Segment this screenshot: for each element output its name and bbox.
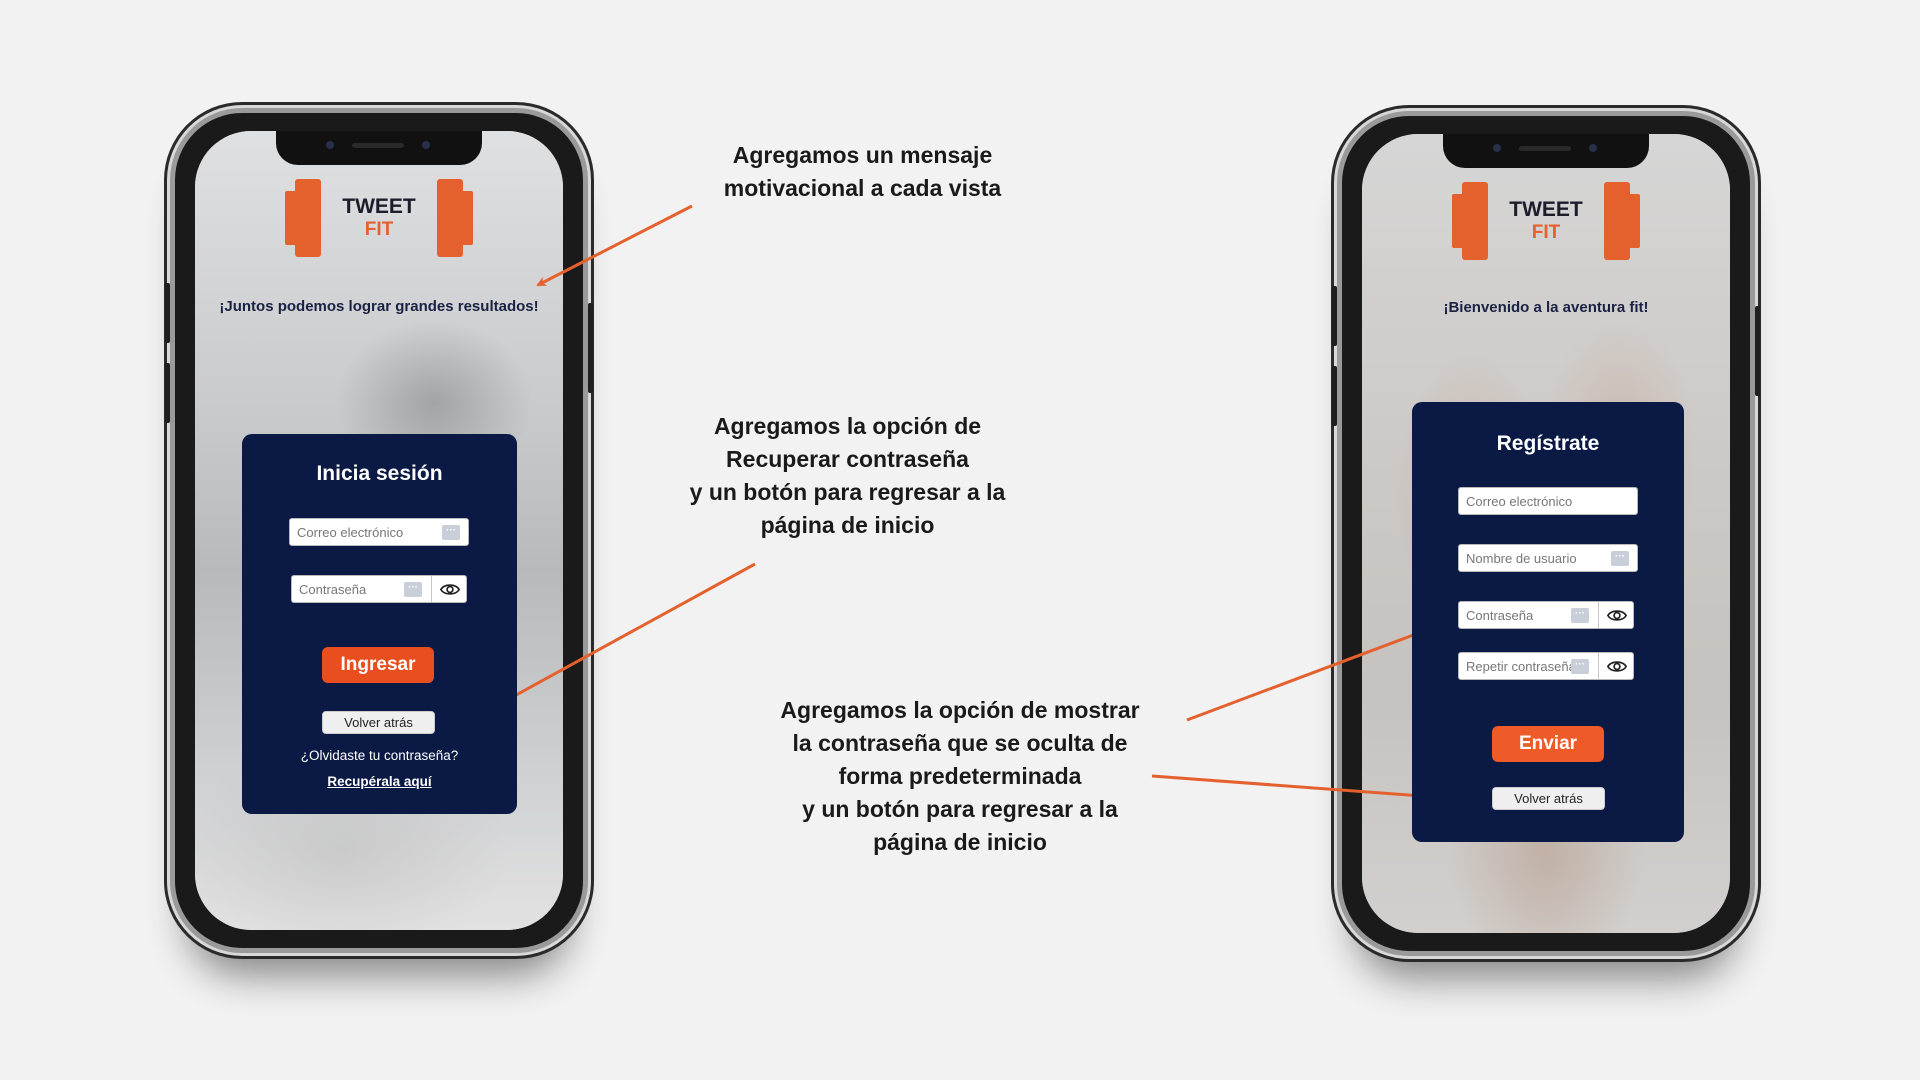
email-field[interactable]: Correo electrónico ··· [289,518,469,546]
register-title: Regístrate [1496,432,1600,455]
login-phone-mockup: TWEET FIT ¡Juntos podemos lograr grandes… [165,108,593,953]
recover-password-link[interactable]: Recupérala aquí [242,774,517,789]
login-submit-button[interactable]: Ingresar [322,647,434,683]
register-card: Regístrate Correo electrónico Nombre de … [1412,402,1684,842]
logo-text-fit: FIT [364,219,394,240]
email-placeholder: Correo electrónico [297,525,404,540]
back-button[interactable]: Volver atrás [1492,787,1605,810]
tweetfit-logo: TWEET FIT [1446,182,1646,262]
eye-icon[interactable] [440,581,460,598]
email-placeholder: Correo electrónico [1466,494,1573,509]
phone-notch [1443,134,1649,168]
eye-icon[interactable] [1607,658,1627,675]
password-manager-icon[interactable]: ··· [442,525,460,540]
phone-side-button [588,303,593,393]
password-manager-icon[interactable]: ··· [1571,608,1589,623]
username-placeholder: Nombre de usuario [1466,551,1577,566]
tweetfit-logo: TWEET FIT [279,179,479,259]
register-submit-button[interactable]: Enviar [1492,726,1604,762]
motivational-message: ¡Bienvenido a la aventura fit! [1443,299,1649,316]
motivational-message: ¡Juntos podemos lograr grandes resultado… [219,298,539,315]
logo-text-tweet: TWEET [1509,198,1583,221]
phone-side-button [1332,366,1337,426]
password-field[interactable]: Contraseña ··· [291,575,467,603]
annotation-recover-password: Agregamos la opción de Recuperar contras… [689,413,1006,538]
password-placeholder: Contraseña [299,582,367,597]
logo-text-tweet: TWEET [342,195,416,218]
annotation-show-password: Agregamos la opción de mostrar la contra… [780,697,1140,855]
password-field[interactable]: Contraseña ··· [1458,601,1634,629]
phone-notch [276,131,482,165]
password-placeholder: Contraseña [1466,608,1534,623]
forgot-password-text: ¿Olvidaste tu contraseña? [300,748,459,763]
phone-side-button [165,283,170,343]
password-manager-icon[interactable]: ··· [404,582,422,597]
login-title: Inicia sesión [316,462,443,485]
password-manager-icon[interactable]: ··· [1611,551,1629,566]
password-manager-icon[interactable]: ··· [1571,659,1589,674]
register-screen: TWEET FIT ¡Bienvenido a la aventura fit!… [1362,134,1730,933]
register-phone-mockup: TWEET FIT ¡Bienvenido a la aventura fit!… [1332,111,1760,956]
login-screen: TWEET FIT ¡Juntos podemos lograr grandes… [195,131,563,930]
annotation-motivational: Agregamos un mensaje motivacional a cada… [723,142,1002,201]
login-card: Inicia sesión Correo electrónico ··· Con… [242,434,517,814]
email-field[interactable]: Correo electrónico [1458,487,1638,515]
back-button[interactable]: Volver atrás [322,711,435,734]
repeat-password-placeholder: Repetir contraseña [1466,659,1576,674]
logo-text-fit: FIT [1531,222,1561,243]
phone-side-button [165,363,170,423]
phone-side-button [1332,286,1337,346]
phone-side-button [1755,306,1760,396]
username-field[interactable]: Nombre de usuario ··· [1458,544,1638,572]
repeat-password-field[interactable]: Repetir contraseña ··· [1458,652,1634,680]
eye-icon[interactable] [1607,607,1627,624]
